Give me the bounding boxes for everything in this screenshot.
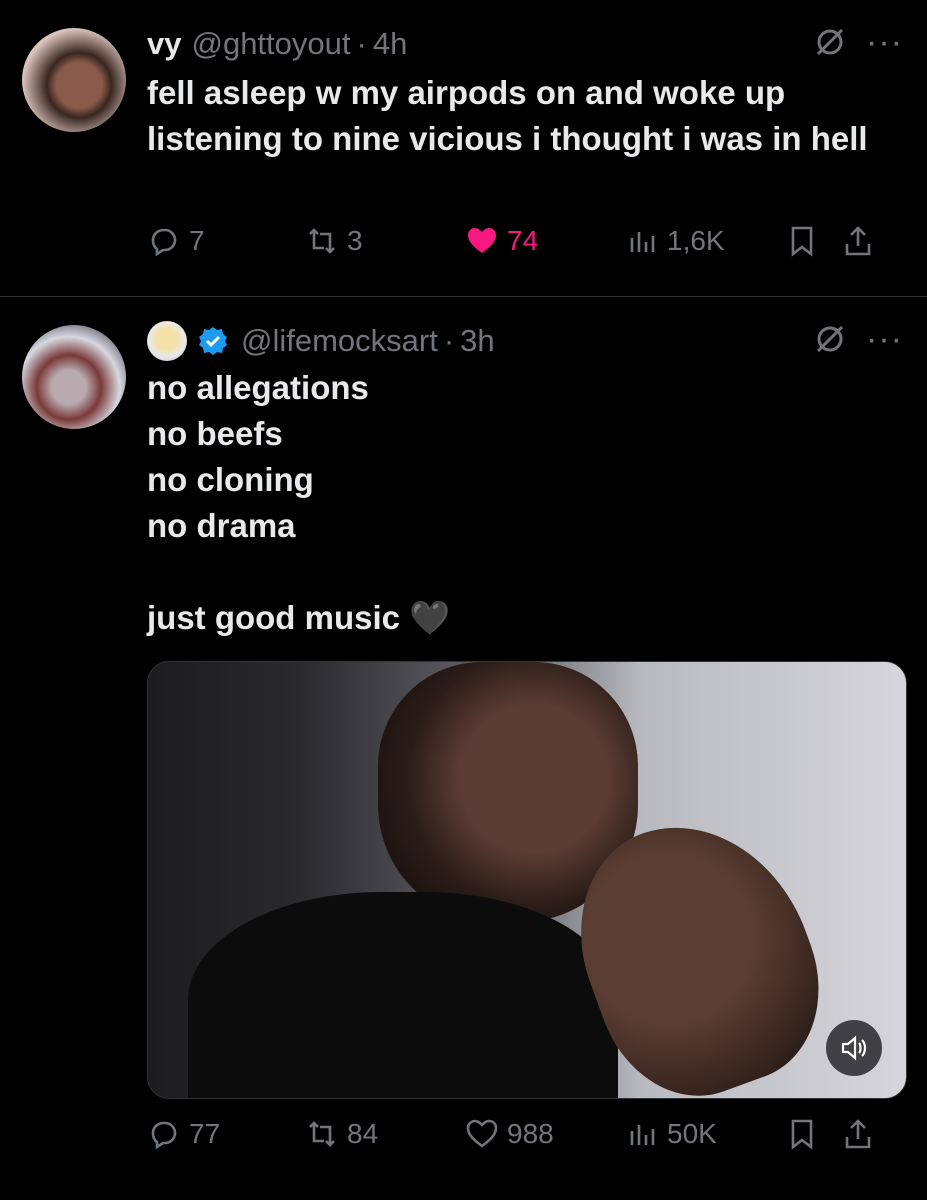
- share-button[interactable]: [841, 1117, 881, 1151]
- like-count: 988: [507, 1118, 554, 1149]
- reply-icon: [151, 228, 177, 257]
- views-button[interactable]: 50K: [625, 1117, 785, 1151]
- avatar[interactable]: [22, 325, 126, 429]
- repost-button[interactable]: 3: [305, 224, 465, 258]
- avatar[interactable]: [22, 28, 126, 132]
- view-count: 50K: [667, 1118, 717, 1149]
- heart-filled-icon: [468, 228, 496, 253]
- views-icon: [630, 1125, 655, 1145]
- more-options-icon[interactable]: ···: [866, 25, 903, 59]
- tweet-text: no allegations no beefs no cloning no dr…: [147, 369, 451, 636]
- tweet-top-actions: ···: [812, 24, 903, 60]
- separator-dot: ·: [443, 323, 455, 358]
- volume-button[interactable]: [826, 1020, 882, 1076]
- separator-dot: ·: [356, 26, 367, 61]
- repost-count: 3: [347, 225, 363, 256]
- tweet-header: vy @ghttoyout · 4h: [147, 24, 407, 64]
- video-frame-person-body: [188, 892, 618, 1098]
- repost-icon: [309, 1121, 335, 1147]
- repost-button[interactable]: 84: [305, 1117, 465, 1151]
- display-name[interactable]: vy: [147, 26, 181, 62]
- more-options-icon[interactable]: ···: [866, 322, 903, 356]
- bookmark-icon: [791, 1119, 813, 1150]
- username[interactable]: @ghttoyout: [191, 26, 350, 62]
- repost-count: 84: [347, 1118, 379, 1149]
- reply-button[interactable]: 77: [147, 1117, 305, 1151]
- views-icon: [630, 232, 655, 252]
- reply-icon: [151, 1121, 177, 1150]
- timestamp[interactable]: 3h: [460, 323, 494, 359]
- speaker-icon: [841, 1035, 867, 1061]
- views-button[interactable]: 1,6K: [625, 224, 785, 258]
- grok-icon[interactable]: [812, 24, 848, 60]
- username[interactable]: @lifemocksart: [241, 323, 438, 359]
- tweet-actions: 7 3 74 1,6K: [147, 224, 901, 258]
- video-player[interactable]: [147, 661, 907, 1099]
- heart-icon: [466, 1119, 498, 1148]
- grok-icon[interactable]: [812, 321, 848, 357]
- share-icon: [845, 226, 871, 256]
- verified-badge-icon: [199, 327, 227, 355]
- repost-icon: [309, 228, 335, 254]
- share-button[interactable]: [841, 224, 881, 258]
- bookmark-button[interactable]: [785, 1117, 841, 1151]
- share-icon: [845, 1119, 871, 1149]
- tweet-header: @lifemocksart · 3h: [147, 321, 495, 361]
- tweet-text: fell asleep w my airpods on and woke up …: [147, 74, 868, 157]
- bookmark-icon: [791, 226, 813, 257]
- reply-count: 77: [189, 1118, 221, 1149]
- tweet-top-actions: ···: [812, 321, 903, 357]
- reply-count: 7: [189, 225, 205, 256]
- tweet[interactable]: vy @ghttoyout · 4h ··· fell asleep w my …: [0, 0, 927, 297]
- like-button[interactable]: 988: [465, 1117, 625, 1151]
- bookmark-button[interactable]: [785, 224, 841, 258]
- reply-button[interactable]: 7: [147, 224, 305, 258]
- display-name-emoji[interactable]: [147, 321, 187, 361]
- like-button[interactable]: 74: [465, 224, 625, 258]
- view-count: 1,6K: [667, 225, 725, 256]
- tweet-actions: 77 84 988 50K: [147, 1117, 901, 1151]
- like-count: 74: [507, 225, 539, 256]
- tweet[interactable]: @lifemocksart · 3h ··· no allegations no…: [0, 297, 927, 1200]
- timestamp[interactable]: 4h: [373, 26, 407, 62]
